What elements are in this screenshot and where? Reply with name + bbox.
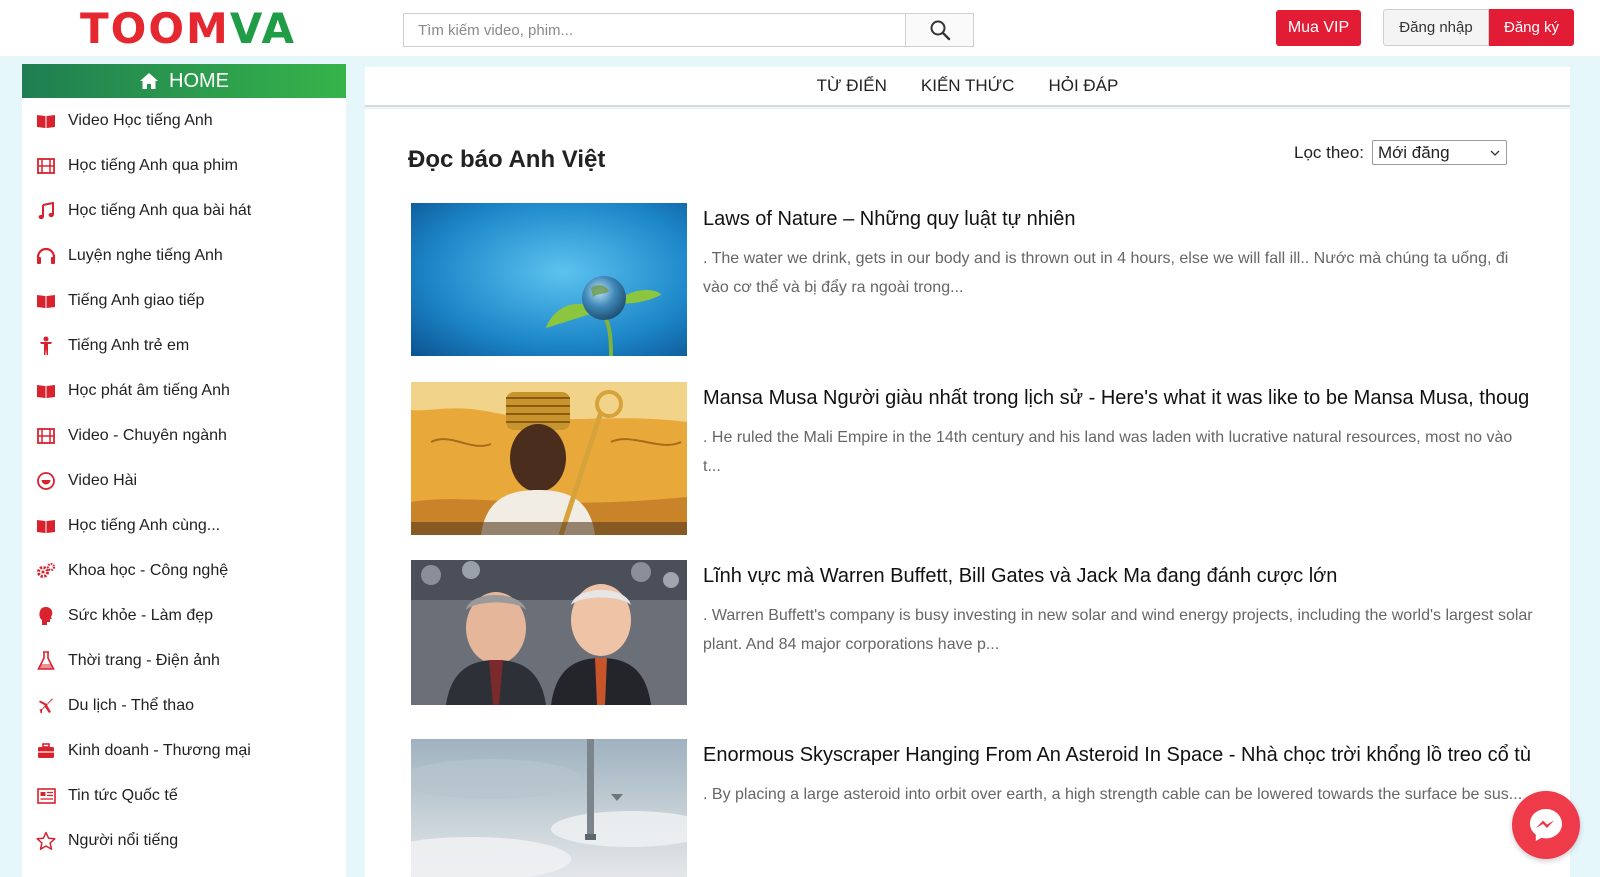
sidebar-item-video-hai[interactable]: Video Hài (22, 458, 346, 503)
article-description: . He ruled the Mali Empire in the 14th c… (703, 429, 1513, 475)
sidebar-item-phat-am[interactable]: Học phát âm tiếng Anh (22, 368, 346, 413)
sidebar-item-label: Video Hài (68, 471, 138, 489)
filter-value: Mới đăng (1377, 142, 1450, 162)
filter-select[interactable]: Mới đăng (1371, 140, 1507, 165)
sidebar-item-label: Tin tức Quốc tế (68, 786, 178, 804)
sidebar-item-label: Học tiếng Anh qua bài hát (68, 201, 252, 219)
sidebar-item-hoc-qua-phim[interactable]: Học tiếng Anh qua phim (22, 143, 346, 188)
filter-label: Lọc theo: (1294, 142, 1364, 162)
gears-icon (36, 561, 56, 581)
music-icon (36, 201, 56, 221)
sidebar-item-thoi-trang[interactable]: Thời trang - Điện ảnh (22, 638, 346, 683)
article-title[interactable]: Mansa Musa Người giàu nhất trong lịch sử… (703, 387, 1529, 410)
sidebar-item-label: Học tiếng Anh qua phim (68, 156, 238, 174)
search-input[interactable] (404, 14, 905, 46)
film-icon (36, 156, 56, 176)
home-label: HOME (169, 69, 229, 92)
buy-vip-button[interactable]: Mua VIP (1276, 10, 1361, 46)
sidebar-menu: Video Học tiếng Anh Học tiếng Anh qua ph… (22, 98, 346, 863)
logo-text-red: TOOM (80, 4, 230, 53)
sidebar-item-label: Du lịch - Thể thao (68, 696, 194, 714)
article-item[interactable]: Lĩnh vực mà Warren Buffett, Bill Gates v… (411, 560, 1536, 705)
sidebar-item-label: Người nổi tiếng (68, 831, 179, 849)
article-description: . The water we drink, gets in our body a… (703, 250, 1509, 296)
filter: Lọc theo: Mới đăng (1294, 140, 1507, 165)
flask-icon (36, 650, 56, 671)
book-icon (36, 516, 56, 536)
article-thumbnail[interactable] (411, 739, 687, 877)
book-icon (36, 111, 56, 131)
logo-text-green: VA (229, 4, 297, 53)
article-item[interactable]: Laws of Nature – Những quy luật tự nhiên… (411, 203, 1536, 356)
briefcase-icon (36, 741, 56, 761)
sidebar-item-luyen-nghe[interactable]: Luyện nghe tiếng Anh (22, 233, 346, 278)
article-thumbnail[interactable] (411, 560, 687, 705)
chevron-down-icon (1490, 150, 1500, 156)
sidebar-item-label: Luyện nghe tiếng Anh (68, 246, 223, 264)
sidebar-item-tin-tuc[interactable]: Tin tức Quốc tế (22, 773, 346, 818)
article-description: . Warren Buffett's company is busy inves… (703, 607, 1533, 653)
nav-kien-thuc[interactable]: KIẾN THỨC (921, 76, 1015, 96)
sidebar-item-giao-tiep[interactable]: Tiếng Anh giao tiếp (22, 278, 346, 323)
star-icon (36, 831, 56, 851)
page-title: Đọc báo Anh Việt (408, 146, 606, 173)
film-icon (36, 426, 56, 446)
head-icon (36, 606, 56, 626)
register-button[interactable]: Đăng ký (1489, 9, 1574, 46)
main-content: Đọc báo Anh Việt Lọc theo: Mới đăng Laws… (365, 109, 1570, 877)
article-description: . By placing a large asteroid into orbit… (703, 786, 1523, 803)
messenger-icon (1530, 809, 1562, 841)
sidebar-item-label: Kinh doanh - Thương mại (68, 741, 251, 759)
sidebar-item-tre-em[interactable]: Tiếng Anh trẻ em (22, 323, 346, 368)
top-header: TOOMVA Mua VIP Đăng nhập Đăng ký (0, 0, 1600, 56)
logo[interactable]: TOOM VA (80, 8, 296, 50)
article-item[interactable]: Enormous Skyscraper Hanging From An Aste… (411, 739, 1536, 877)
article-item[interactable]: Mansa Musa Người giàu nhất trong lịch sử… (411, 382, 1536, 535)
home-icon (140, 73, 158, 89)
article-title[interactable]: Enormous Skyscraper Hanging From An Aste… (703, 744, 1531, 767)
article-thumbnail[interactable] (411, 382, 687, 535)
child-icon (36, 336, 56, 356)
sidebar-item-label: Học phát âm tiếng Anh (68, 381, 230, 399)
sidebar-item-label: Thời trang - Điện ảnh (68, 651, 220, 669)
search-button[interactable] (905, 14, 973, 46)
plane-icon (36, 696, 56, 716)
sidebar-item-hoc-cung[interactable]: Học tiếng Anh cùng... (22, 503, 346, 548)
smile-icon (36, 471, 56, 491)
newspaper-icon (36, 786, 56, 806)
sidebar-item-label: Khoa học - Công nghệ (68, 561, 229, 579)
sidebar-item-chuyen-nganh[interactable]: Video - Chuyên ngành (22, 413, 346, 458)
search-bar (403, 13, 974, 47)
sidebar-item-label: Video - Chuyên ngành (68, 426, 227, 444)
article-thumbnail[interactable] (411, 203, 687, 356)
article-title[interactable]: Laws of Nature – Những quy luật tự nhiên (703, 208, 1076, 231)
sidebar-item-label: Học tiếng Anh cùng... (68, 516, 221, 534)
sidebar-item-suc-khoe[interactable]: Sức khỏe - Làm đẹp (22, 593, 346, 638)
sidebar-item-kinh-doanh[interactable]: Kinh doanh - Thương mại (22, 728, 346, 773)
sidebar-item-label: Tiếng Anh trẻ em (68, 336, 190, 354)
messenger-chat-button[interactable] (1512, 791, 1580, 859)
sidebar-item-du-lich[interactable]: Du lịch - Thể thao (22, 683, 346, 728)
sidebar-item-video-hoc-tieng-anh[interactable]: Video Học tiếng Anh (22, 98, 346, 143)
sidebar-item-hoc-qua-bai-hat[interactable]: Học tiếng Anh qua bài hát (22, 188, 346, 233)
sidebar-item-label: Sức khỏe - Làm đẹp (68, 606, 214, 624)
sidebar-item-khoa-hoc[interactable]: Khoa học - Công nghệ (22, 548, 346, 593)
sidebar: HOME Video Học tiếng Anh Học tiếng Anh q… (22, 64, 346, 877)
main-nav: TỪ ĐIỂN KIẾN THỨC HỎI ĐÁP (365, 67, 1570, 107)
headphones-icon (36, 246, 56, 266)
nav-tu-dien[interactable]: TỪ ĐIỂN (817, 76, 887, 96)
book-icon (36, 291, 56, 311)
nav-hoi-dap[interactable]: HỎI ĐÁP (1048, 76, 1118, 96)
sidebar-item-label: Video Học tiếng Anh (68, 111, 213, 129)
sidebar-item-nguoi-noi-tieng[interactable]: Người nổi tiếng (22, 818, 346, 863)
login-button[interactable]: Đăng nhập (1383, 9, 1489, 46)
book-icon (36, 381, 56, 401)
search-icon (930, 20, 950, 41)
article-title[interactable]: Lĩnh vực mà Warren Buffett, Bill Gates v… (703, 565, 1337, 588)
sidebar-item-label: Tiếng Anh giao tiếp (68, 291, 205, 309)
sidebar-home-button[interactable]: HOME (22, 64, 346, 98)
